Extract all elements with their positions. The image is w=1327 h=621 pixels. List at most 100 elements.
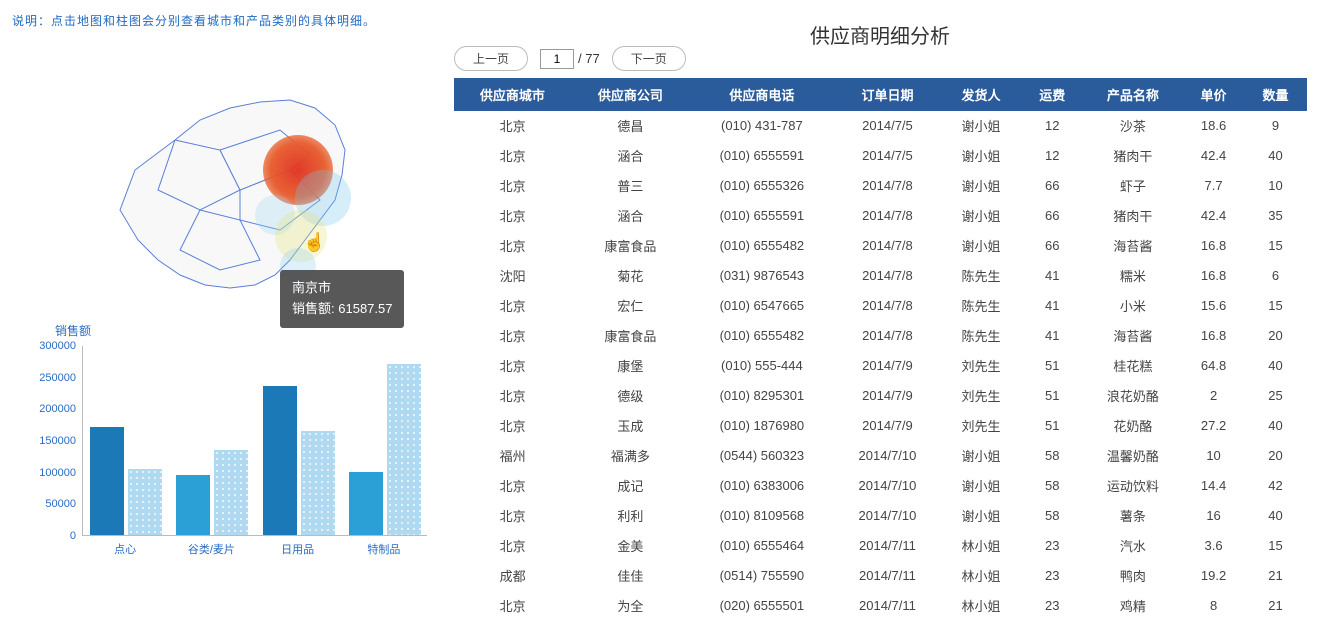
x-axis-label[interactable]: 点心 [82, 541, 168, 557]
table-header-cell[interactable]: 发货人 [941, 78, 1022, 111]
table-cell: 北京 [454, 591, 571, 621]
supplier-table: 供应商城市供应商公司供应商电话订单日期发货人运费产品名称单价数量 北京德昌(01… [454, 78, 1307, 621]
table-row[interactable]: 福州福满多(0544) 5603232014/7/10谢小姐58温馨奶酪1020 [454, 441, 1307, 471]
table-cell: 谢小姐 [941, 141, 1022, 171]
table-header-cell[interactable]: 供应商城市 [454, 78, 571, 111]
bar[interactable] [90, 427, 124, 535]
table-cell: 北京 [454, 411, 571, 441]
table-row[interactable]: 北京康富食品(010) 65554822014/7/8陈先生41海苔酱16.82… [454, 321, 1307, 351]
table-cell: 18.6 [1183, 111, 1245, 141]
next-page-button[interactable]: 下一页 [612, 46, 686, 71]
table-cell: 2014/7/11 [834, 561, 940, 591]
table-cell: 北京 [454, 501, 571, 531]
y-axis: 300000250000200000150000100000500000 [20, 346, 80, 536]
table-cell: 北京 [454, 141, 571, 171]
bar[interactable] [349, 472, 383, 535]
table-cell: (010) 1876980 [689, 411, 834, 441]
table-row[interactable]: 北京为全(020) 65555012014/7/11林小姐23鸡精821 [454, 591, 1307, 621]
table-cell: (010) 8109568 [689, 501, 834, 531]
y-tick-label: 100000 [20, 467, 76, 479]
table-row[interactable]: 北京德昌(010) 431-7872014/7/5谢小姐12沙茶18.69 [454, 111, 1307, 141]
table-cell: 谢小姐 [941, 201, 1022, 231]
table-cell: 沙茶 [1083, 111, 1182, 141]
bar[interactable] [214, 450, 248, 536]
table-cell: 陈先生 [941, 261, 1022, 291]
x-axis-label[interactable]: 谷类/麦片 [168, 541, 254, 557]
table-header-cell[interactable]: 供应商公司 [571, 78, 689, 111]
table-cell: 康富食品 [571, 321, 689, 351]
table-cell: (010) 555-444 [689, 351, 834, 381]
table-row[interactable]: 北京普三(010) 65553262014/7/8谢小姐66虾子7.710 [454, 171, 1307, 201]
table-header-cell[interactable]: 订单日期 [834, 78, 940, 111]
table-cell: 刘先生 [941, 411, 1022, 441]
table-cell: 林小姐 [941, 591, 1022, 621]
table-cell: 谢小姐 [941, 111, 1022, 141]
bar[interactable] [263, 386, 297, 535]
table-cell: 9 [1245, 111, 1307, 141]
table-cell: 北京 [454, 531, 571, 561]
table-cell: 16.8 [1183, 261, 1245, 291]
table-cell: 谢小姐 [941, 441, 1022, 471]
table-cell: 66 [1021, 231, 1083, 261]
bar[interactable] [301, 431, 335, 536]
bar[interactable] [128, 469, 162, 536]
table-cell: (010) 6383006 [689, 471, 834, 501]
table-cell: 23 [1021, 591, 1083, 621]
sales-bar-chart[interactable]: 300000250000200000150000100000500000 点心谷… [0, 336, 440, 566]
table-row[interactable]: 北京宏仁(010) 65476652014/7/8陈先生41小米15.615 [454, 291, 1307, 321]
table-row[interactable]: 北京金美(010) 65554642014/7/11林小姐23汽水3.615 [454, 531, 1307, 561]
table-row[interactable]: 北京成记(010) 63830062014/7/10谢小姐58运动饮料14.44… [454, 471, 1307, 501]
table-cell: 2014/7/10 [834, 501, 940, 531]
table-cell: 3.6 [1183, 531, 1245, 561]
x-axis-labels: 点心谷类/麦片日用品特制品 [82, 541, 427, 557]
table-row[interactable]: 沈阳菊花(031) 98765432014/7/8陈先生41糯米16.86 [454, 261, 1307, 291]
table-cell: 35 [1245, 201, 1307, 231]
table-cell: 40 [1245, 501, 1307, 531]
table-cell: 沈阳 [454, 261, 571, 291]
table-header-cell[interactable]: 产品名称 [1083, 78, 1182, 111]
bar[interactable] [176, 475, 210, 535]
table-cell: 桂花糕 [1083, 351, 1182, 381]
table-cell: 北京 [454, 381, 571, 411]
table-cell: 40 [1245, 411, 1307, 441]
table-cell: 2014/7/9 [834, 351, 940, 381]
table-row[interactable]: 成都佳佳(0514) 7555902014/7/11林小姐23鸭肉19.221 [454, 561, 1307, 591]
table-cell: 58 [1021, 471, 1083, 501]
bar[interactable] [387, 364, 421, 535]
tooltip-metric: 销售额: 61587.57 [292, 299, 392, 320]
table-cell: 2014/7/8 [834, 171, 940, 201]
table-cell: 温馨奶酪 [1083, 441, 1182, 471]
table-cell: 21 [1245, 561, 1307, 591]
table-cell: 林小姐 [941, 531, 1022, 561]
x-axis-label[interactable]: 日用品 [255, 541, 341, 557]
table-cell: 42 [1245, 471, 1307, 501]
china-map[interactable]: ☝ 南京市 销售额: 61587.57 [80, 60, 420, 310]
x-axis-label[interactable]: 特制品 [341, 541, 427, 557]
table-row[interactable]: 北京涵合(010) 65555912014/7/5谢小姐12猪肉干42.440 [454, 141, 1307, 171]
table-cell: 汽水 [1083, 531, 1182, 561]
y-tick-label: 150000 [20, 435, 76, 447]
table-cell: 66 [1021, 201, 1083, 231]
table-cell: 51 [1021, 351, 1083, 381]
chart-plot[interactable] [82, 346, 427, 536]
table-header-cell[interactable]: 运费 [1021, 78, 1083, 111]
prev-page-button[interactable]: 上一页 [454, 46, 528, 71]
table-cell: 16.8 [1183, 321, 1245, 351]
table-row[interactable]: 北京康堡(010) 555-4442014/7/9刘先生51桂花糕64.840 [454, 351, 1307, 381]
table-cell: 2 [1183, 381, 1245, 411]
page-input[interactable] [540, 49, 574, 69]
table-cell: 成记 [571, 471, 689, 501]
table-row[interactable]: 北京利利(010) 81095682014/7/10谢小姐58薯条1640 [454, 501, 1307, 531]
table-header-cell[interactable]: 单价 [1183, 78, 1245, 111]
table-cell: 花奶酪 [1083, 411, 1182, 441]
table-header-cell[interactable]: 供应商电话 [689, 78, 834, 111]
table-cell: 2014/7/9 [834, 411, 940, 441]
table-row[interactable]: 北京涵合(010) 65555912014/7/8谢小姐66猪肉干42.435 [454, 201, 1307, 231]
table-row[interactable]: 北京康富食品(010) 65554822014/7/8谢小姐66海苔酱16.81… [454, 231, 1307, 261]
table-cell: 北京 [454, 171, 571, 201]
table-cell: 小米 [1083, 291, 1182, 321]
table-cell: (0544) 560323 [689, 441, 834, 471]
table-header-cell[interactable]: 数量 [1245, 78, 1307, 111]
table-row[interactable]: 北京玉成(010) 18769802014/7/9刘先生51花奶酪27.240 [454, 411, 1307, 441]
table-row[interactable]: 北京德级(010) 82953012014/7/9刘先生51浪花奶酪225 [454, 381, 1307, 411]
